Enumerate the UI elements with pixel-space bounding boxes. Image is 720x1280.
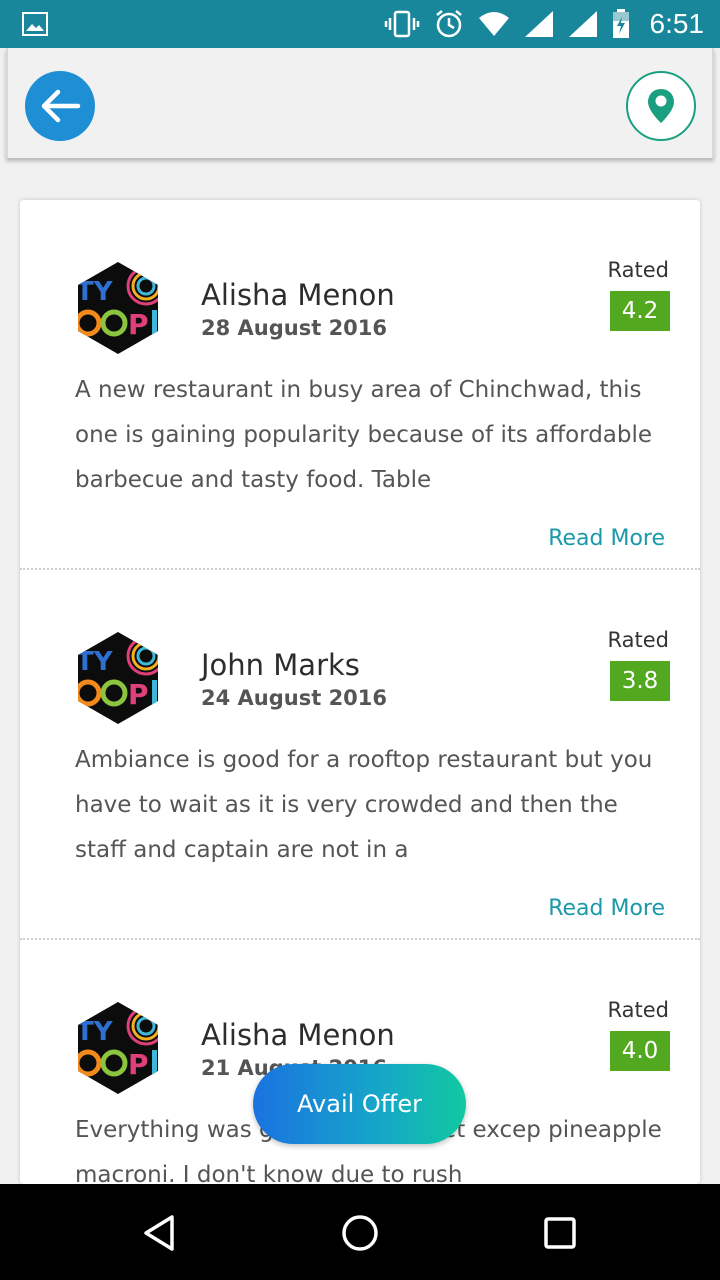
image-icon: [22, 12, 48, 36]
location-button[interactable]: [626, 71, 696, 141]
review-text: Ambiance is good for a rooftop restauran…: [75, 747, 653, 863]
review-item: TY P Alisha Menon 21 August 2016 Rated 4…: [20, 940, 700, 1184]
reviewer-name: Alisha Menon: [201, 278, 395, 312]
rating-badge: 4.0: [610, 1031, 670, 1071]
back-triangle-icon: [144, 1215, 174, 1251]
review-item: TY P Alisha Menon 28 August 2016 Rated 4…: [20, 200, 700, 570]
nav-recents-button[interactable]: [535, 1208, 585, 1258]
clock: 6:51: [649, 8, 705, 39]
reviewer-name: John Marks: [201, 648, 360, 682]
review-text: A new restaurant in busy area of Chinchw…: [75, 377, 653, 493]
svg-text:TY: TY: [76, 1017, 114, 1047]
signal-icon: [524, 11, 553, 37]
reviewer-avatar: TY P: [76, 262, 158, 354]
alarm-icon: [435, 10, 462, 38]
review-date: 24 August 2016: [201, 686, 388, 710]
nav-back-button[interactable]: [135, 1208, 185, 1258]
rated-label: Rated: [607, 628, 669, 652]
read-more-link[interactable]: Read More: [548, 526, 665, 551]
review-date: 28 August 2016: [201, 316, 388, 340]
avail-offer-button[interactable]: Avail Offer: [253, 1064, 466, 1144]
signal-icon-2: [568, 11, 597, 37]
nav-home-button[interactable]: [335, 1208, 385, 1258]
svg-text:P: P: [128, 1048, 149, 1081]
back-button[interactable]: [25, 71, 95, 141]
vibrate-icon: [384, 10, 419, 38]
reviews-card: TY P Alisha Menon 28 August 2016 Rated 4…: [20, 200, 700, 1184]
svg-text:TY: TY: [76, 647, 114, 677]
rating-badge: 4.2: [610, 291, 670, 331]
svg-text:P: P: [128, 678, 149, 711]
review-item: TY P John Marks 24 August 2016 Rated 3.8…: [20, 570, 700, 940]
reviewer-avatar: TY P: [76, 1002, 158, 1094]
svg-text:TY: TY: [76, 277, 114, 307]
wifi-icon: [478, 12, 509, 36]
reviewer-name: Alisha Menon: [201, 1018, 395, 1052]
map-pin-icon: [648, 89, 674, 123]
svg-text:P: P: [128, 308, 149, 341]
status-bar: 6:51: [0, 0, 720, 48]
read-more-link[interactable]: Read More: [548, 896, 665, 921]
app-bar: [6, 48, 714, 158]
recents-square-icon: [544, 1217, 576, 1249]
rating-badge: 3.8: [610, 661, 670, 701]
home-circle-icon: [342, 1215, 378, 1251]
arrow-left-icon: [41, 89, 81, 123]
rated-label: Rated: [607, 998, 669, 1022]
battery-charging-icon: [612, 9, 629, 38]
navigation-bar: [0, 1184, 720, 1280]
reviewer-avatar: TY P: [76, 632, 158, 724]
rated-label: Rated: [607, 258, 669, 282]
